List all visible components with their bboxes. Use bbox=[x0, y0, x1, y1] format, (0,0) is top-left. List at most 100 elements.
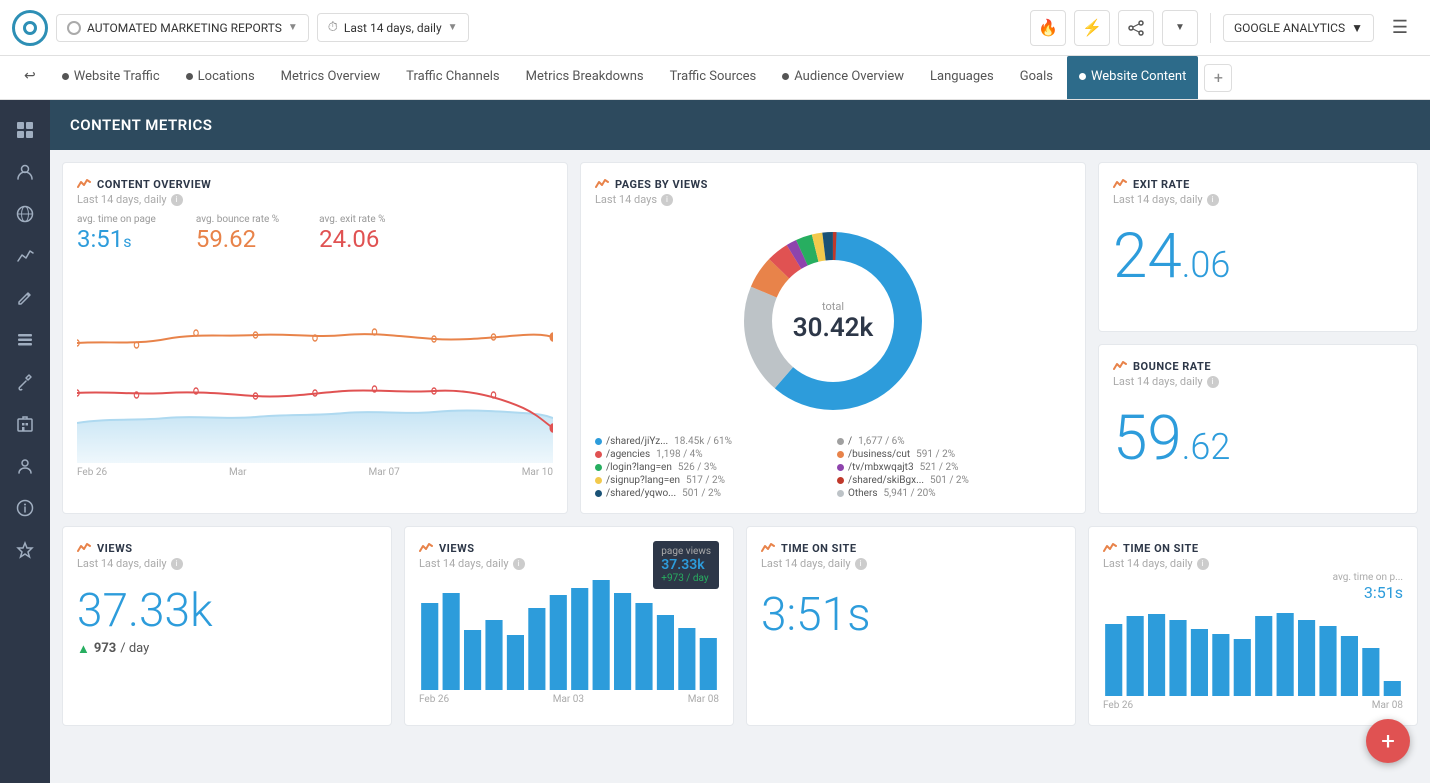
tab-locations[interactable]: Locations bbox=[174, 56, 267, 100]
tab-dot bbox=[782, 73, 789, 80]
legend-dot bbox=[837, 464, 844, 471]
report-selector[interactable]: AUTOMATED MARKETING REPORTS ▼ bbox=[56, 14, 309, 42]
add-tab-button[interactable]: + bbox=[1204, 64, 1232, 92]
share-chevron[interactable]: ▼ bbox=[1162, 10, 1198, 46]
row1: CONTENT OVERVIEW Last 14 days, daily i a… bbox=[62, 162, 1418, 514]
fab-add-button[interactable]: + bbox=[1366, 719, 1410, 763]
separator bbox=[1210, 13, 1211, 43]
date-selector[interactable]: ⏱ Last 14 days, daily ▼ bbox=[317, 13, 469, 42]
tab-traffic-sources[interactable]: Traffic Sources bbox=[658, 56, 769, 100]
exit-rate-title: EXIT RATE bbox=[1113, 177, 1403, 191]
tab-back[interactable]: ↩ bbox=[12, 56, 48, 100]
time-subtitle: Last 14 days, daily i bbox=[761, 557, 1061, 570]
tab-metrics-overview[interactable]: Metrics Overview bbox=[269, 56, 393, 100]
time-on-site-text-card: TIME ON SITE Last 14 days, daily i 3:51s bbox=[746, 526, 1076, 726]
legend-item-7: /business/cut 591 / 2% bbox=[837, 449, 1071, 460]
sidebar-item-star[interactable] bbox=[7, 532, 43, 568]
time-chart-title: TIME ON SITE bbox=[1103, 541, 1403, 555]
tab-languages[interactable]: Languages bbox=[918, 56, 1006, 100]
edit-icon bbox=[16, 289, 34, 307]
row2: VIEWS Last 14 days, daily i 37.33k ▲ 973… bbox=[62, 526, 1418, 726]
content-overview-card: CONTENT OVERVIEW Last 14 days, daily i a… bbox=[62, 162, 568, 514]
legend-item-3: /login?lang=en 526 / 3% bbox=[595, 462, 829, 473]
tab-website-traffic[interactable]: Website Traffic bbox=[50, 56, 172, 100]
tooltip-value: 37.33k bbox=[661, 557, 711, 573]
views-big-value: 37.33k bbox=[77, 586, 377, 637]
views-chart-x-labels: Feb 26 Mar 03 Mar 08 bbox=[419, 694, 719, 705]
tab-audience-overview[interactable]: Audience Overview bbox=[770, 56, 916, 100]
legend-dot bbox=[595, 477, 602, 484]
legend-item-9: /shared/skiBgx... 501 / 2% bbox=[837, 475, 1071, 486]
chart-x-labels: Feb 26 Mar Mar 07 Mar 10 bbox=[77, 467, 553, 478]
star-icon bbox=[16, 541, 34, 559]
exit-rate-card: EXIT RATE Last 14 days, daily i 24.06 bbox=[1098, 162, 1418, 332]
sidebar-item-globe[interactable] bbox=[7, 196, 43, 232]
report-label: AUTOMATED MARKETING REPORTS bbox=[87, 21, 282, 35]
arrow-up-icon: ▲ bbox=[77, 641, 90, 657]
legend-item-4: /signup?lang=en 517 / 2% bbox=[595, 475, 829, 486]
info-tooltip-icon: i bbox=[171, 194, 183, 206]
time-chart-trend-icon bbox=[1103, 541, 1117, 555]
sidebar-item-building[interactable] bbox=[7, 406, 43, 442]
avg-exit-value: 24.06 bbox=[319, 225, 385, 253]
sidebar-item-edit[interactable] bbox=[7, 280, 43, 316]
sidebar-item-user[interactable] bbox=[7, 448, 43, 484]
views-chart-card: VIEWS Last 14 days, daily i page views 3… bbox=[404, 526, 734, 726]
analytics-icon bbox=[16, 247, 34, 265]
donut-center-label: total 30.42k bbox=[793, 300, 874, 343]
content-header: CONTENT METRICS bbox=[50, 100, 1430, 150]
tab-dot bbox=[186, 73, 193, 80]
google-analytics-selector[interactable]: GOOGLE ANALYTICS ▼ bbox=[1223, 14, 1374, 42]
tab-dot bbox=[62, 73, 69, 80]
donut-chart: total 30.42k bbox=[595, 216, 1071, 426]
tab-website-content[interactable]: Website Content bbox=[1067, 56, 1198, 100]
time-bar-svg bbox=[1103, 606, 1403, 696]
time-bar-chart bbox=[1103, 606, 1403, 696]
time-chart-avg-value: 3:51s bbox=[1103, 583, 1403, 602]
avg-bounce-metric: avg. bounce rate % 59.62 bbox=[196, 214, 279, 253]
legend-dot bbox=[837, 477, 844, 484]
trend-icon bbox=[77, 177, 91, 191]
tab-dot-active bbox=[1079, 73, 1086, 80]
sidebar-item-list[interactable] bbox=[7, 322, 43, 358]
pages-legend: /shared/jiYz... 18.45k / 61% / 1,677 / 6… bbox=[595, 436, 1071, 499]
avg-time-value: 3:51s bbox=[77, 225, 156, 253]
dashboard-grid: CONTENT OVERVIEW Last 14 days, daily i a… bbox=[50, 150, 1430, 738]
legend-dot bbox=[837, 490, 844, 497]
views-per-day: ▲ 973 / day bbox=[77, 641, 377, 657]
pages-by-views-card: PAGES BY VIEWS Last 14 days i bbox=[580, 162, 1086, 514]
legend-dot bbox=[837, 438, 844, 445]
sidebar-item-dashboard[interactable] bbox=[7, 112, 43, 148]
avg-exit-metric: avg. exit rate % 24.06 bbox=[319, 214, 385, 253]
legend-item-1: /shared/jiYz... 18.45k / 61% bbox=[595, 436, 829, 447]
tooltip-delta: +973 / day bbox=[661, 573, 711, 584]
bolt-button[interactable]: ⚡ bbox=[1074, 10, 1110, 46]
exit-rate-value-container: 24.06 bbox=[1113, 226, 1403, 288]
time-info-icon: i bbox=[855, 558, 867, 570]
dashboard-icon bbox=[16, 121, 34, 139]
sidebar-item-tools[interactable] bbox=[7, 364, 43, 400]
sidebar-item-analytics[interactable] bbox=[7, 238, 43, 274]
main-content: CONTENT METRICS CONTENT OVERVIEW Last 14… bbox=[50, 100, 1430, 783]
date-chevron-icon: ▼ bbox=[448, 22, 458, 33]
google-analytics-label: GOOGLE ANALYTICS bbox=[1234, 21, 1345, 35]
tab-goals[interactable]: Goals bbox=[1008, 56, 1065, 100]
time-trend-icon bbox=[761, 541, 775, 555]
ga-chevron-icon: ▼ bbox=[1351, 21, 1363, 35]
share-button[interactable] bbox=[1118, 10, 1154, 46]
overview-chart bbox=[77, 263, 553, 463]
app-logo[interactable] bbox=[12, 10, 48, 46]
tab-metrics-breakdowns[interactable]: Metrics Breakdowns bbox=[514, 56, 656, 100]
exit-info-icon: i bbox=[1207, 194, 1219, 206]
people-icon bbox=[16, 163, 34, 181]
views-info-icon: i bbox=[171, 558, 183, 570]
legend-item-10: Others 5,941 / 20% bbox=[837, 488, 1071, 499]
sidebar-item-info[interactable] bbox=[7, 490, 43, 526]
views-chart-info-icon: i bbox=[513, 558, 525, 570]
tab-traffic-channels[interactable]: Traffic Channels bbox=[394, 56, 511, 100]
fire-button[interactable]: 🔥 bbox=[1030, 10, 1066, 46]
right-stack: EXIT RATE Last 14 days, daily i 24.06 bbox=[1098, 162, 1418, 514]
menu-button[interactable]: ☰ bbox=[1382, 10, 1418, 46]
sidebar-item-people[interactable] bbox=[7, 154, 43, 190]
overview-title: CONTENT OVERVIEW bbox=[77, 177, 553, 191]
